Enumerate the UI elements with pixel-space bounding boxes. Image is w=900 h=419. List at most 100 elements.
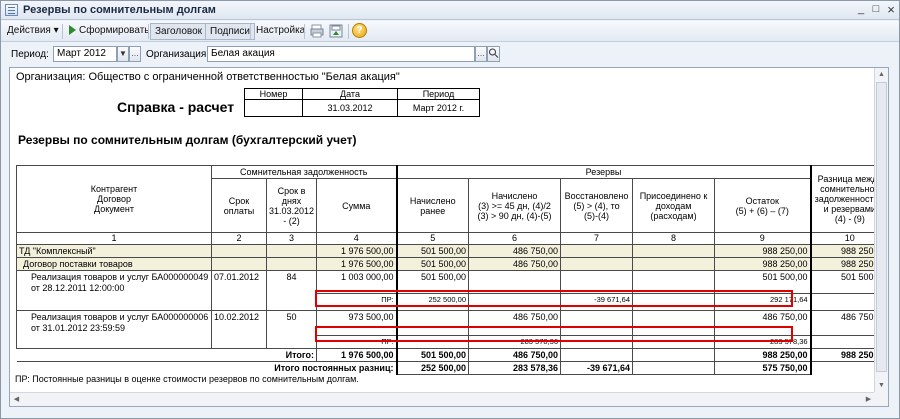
cell-accrued: 283 578,36 [468,361,561,375]
minimize-button[interactable]: _ [853,3,869,17]
title-bar: Резервы по сомнительным долгам _ □ × [1,1,899,20]
table-row-group[interactable]: ТД "Комплексный" 1 976 500,00 501 500,00… [16,244,888,258]
vertical-scrollbar[interactable]: ▲ ▼ [874,68,888,393]
toolbar: Действия ▾ Сформировать Заголовок Подпис… [1,21,899,42]
cell-accrued: 486 750,00 [468,348,561,362]
col-group-reserves: Резервы [395,165,812,179]
report-window: Резервы по сомнительным долгам _ □ × Дей… [0,0,900,419]
cell-sum: 1 976 500,00 [316,348,397,362]
pr-label: ПР: [316,292,397,311]
organization-field[interactable]: Белая акация [207,46,475,62]
cell-balance: 292 171,64 [713,292,812,311]
report-document: Организация: Общество с ограниченной отв… [9,67,889,407]
signatures-toggle-button[interactable]: Подписи [205,23,255,40]
cell-balance: 283 578,36 [713,334,812,350]
report-icon [5,4,18,16]
search-icon[interactable] [487,46,500,62]
scroll-thumb[interactable] [876,82,887,372]
filter-bar: Период: Март 2012 ▼ … Организация: Белая… [1,43,899,65]
scroll-down-icon[interactable]: ▼ [875,379,888,392]
toolbar-separator [250,24,251,39]
generate-label: Сформировать [79,25,150,36]
period-select-button[interactable]: … [129,46,141,62]
maximize-button[interactable]: □ [868,3,884,17]
row-contract[interactable]: Договор поставки товаров [16,257,212,271]
doc-header-number: Номер [244,88,303,100]
cell-restored: -39 671,64 [560,292,633,311]
col-number: 1 [16,232,212,245]
scroll-corner [874,392,888,406]
cell-balance: 501 500,00 [713,270,812,294]
organization-select-button[interactable]: … [475,46,487,62]
settings-button[interactable]: Настройка [252,23,309,40]
scroll-left-icon[interactable]: ◀ [10,393,23,406]
cell-accrued: 486 750,00 [468,310,561,336]
doc-header-date: Дата [302,88,398,100]
cell-balance: 988 250,00 [713,244,812,258]
doc-value-number [244,99,303,117]
cell-accrued-before: 501 500,00 [395,270,469,294]
header-toggle-button[interactable]: Заголовок [150,23,208,40]
document-header-table: Номер Дата Период 31.03.2012 Март 2012 г… [244,88,480,117]
col-number: 3 [266,232,317,245]
cell-restored: -39 671,64 [560,361,633,375]
col-header-days: Срок в днях 31.03.2012 - (2) [266,178,317,233]
cell-sum: 1 976 500,00 [316,244,397,258]
report-heading: Резервы по сомнительным долгам (бухгалте… [18,133,357,147]
cell-sum: 1 003 000,00 [316,270,397,294]
cell-days: 50 [266,310,317,349]
cell-term: 07.01.2012 [211,270,267,311]
table-row-contract[interactable]: Договор поставки товаров 1 976 500,00 50… [16,257,888,271]
col-header-term: Срок оплаты [211,178,267,233]
toolbar-separator [148,24,149,39]
toolbar-separator [62,24,63,39]
cell-sum: 1 976 500,00 [316,257,397,271]
print-icon[interactable] [310,24,324,38]
col-header-accrued-before: Начислено ранее [395,178,469,233]
cell-accrued-before: 501 500,00 [395,244,469,258]
reserves-table: Контрагент Договор Документ Сомнительная… [16,165,888,375]
close-button[interactable]: × [883,3,899,17]
col-number: 7 [560,232,633,245]
row-contragent[interactable]: ТД "Комплексный" [16,244,212,258]
col-group-doubtful-debt: Сомнительная задолженность [211,165,397,179]
actions-menu[interactable]: Действия ▾ [3,23,63,40]
col-number: 6 [468,232,561,245]
scroll-up-icon[interactable]: ▲ [875,68,888,81]
col-header-sum: Сумма [316,178,397,233]
generate-button[interactable]: Сформировать [65,23,154,40]
col-header-accrued: Начислено (3) >= 45 дн, (4)/2 (3) > 90 д… [468,178,561,233]
cell-accrued-before: 252 500,00 [395,292,469,311]
period-label: Период: [11,49,49,60]
cell-sum: 973 500,00 [316,310,397,336]
horizontal-scrollbar[interactable]: ◀ ▶ [10,392,876,406]
col-number: 9 [713,232,812,245]
help-icon[interactable]: ? [352,23,367,38]
doc-value-period: Март 2012 г. [397,99,480,117]
cell-balance: 575 750,00 [713,361,812,375]
row-document[interactable]: Реализация товаров и услуг БА000000006 о… [16,310,212,349]
play-icon [69,25,76,36]
actions-label: Действия [7,25,51,36]
doc-value-date: 31.03.2012 [302,99,398,117]
col-header-balance: Остаток (5) + (6) – (7) [713,178,812,233]
toolbar-separator [304,24,305,39]
period-field[interactable]: Март 2012 [53,46,117,62]
table-row-document[interactable]: Реализация товаров и услуг БА000000049 о… [16,270,888,311]
row-document[interactable]: Реализация товаров и услуг БА000000049 о… [16,270,212,311]
col-number: 2 [211,232,267,245]
col-number: 4 [316,232,397,245]
save-icon[interactable] [329,24,343,38]
table-row-total: Итого: 1 976 500,00 501 500,00 486 750,0… [16,348,888,362]
chevron-down-icon: ▾ [53,25,59,36]
organization-line: Организация: Общество с ограниченной отв… [16,71,400,83]
cell-accrued-before: 501 500,00 [395,348,469,362]
period-dropdown-button[interactable]: ▼ [117,46,129,62]
col-header-contragent: Контрагент Договор Документ [16,165,212,233]
cell-balance: 988 250,00 [713,257,812,271]
document-title: Справка - расчет [117,99,235,115]
col-header-restored: Восстановлено (5) > (4), то (5)-(4) [560,178,633,233]
cell-accrued: 486 750,00 [468,257,561,271]
table-row-total-pr: Итого постоянных разниц: 252 500,00 283 … [16,361,888,375]
table-row-document[interactable]: Реализация товаров и услуг БА000000006 о… [16,310,888,349]
